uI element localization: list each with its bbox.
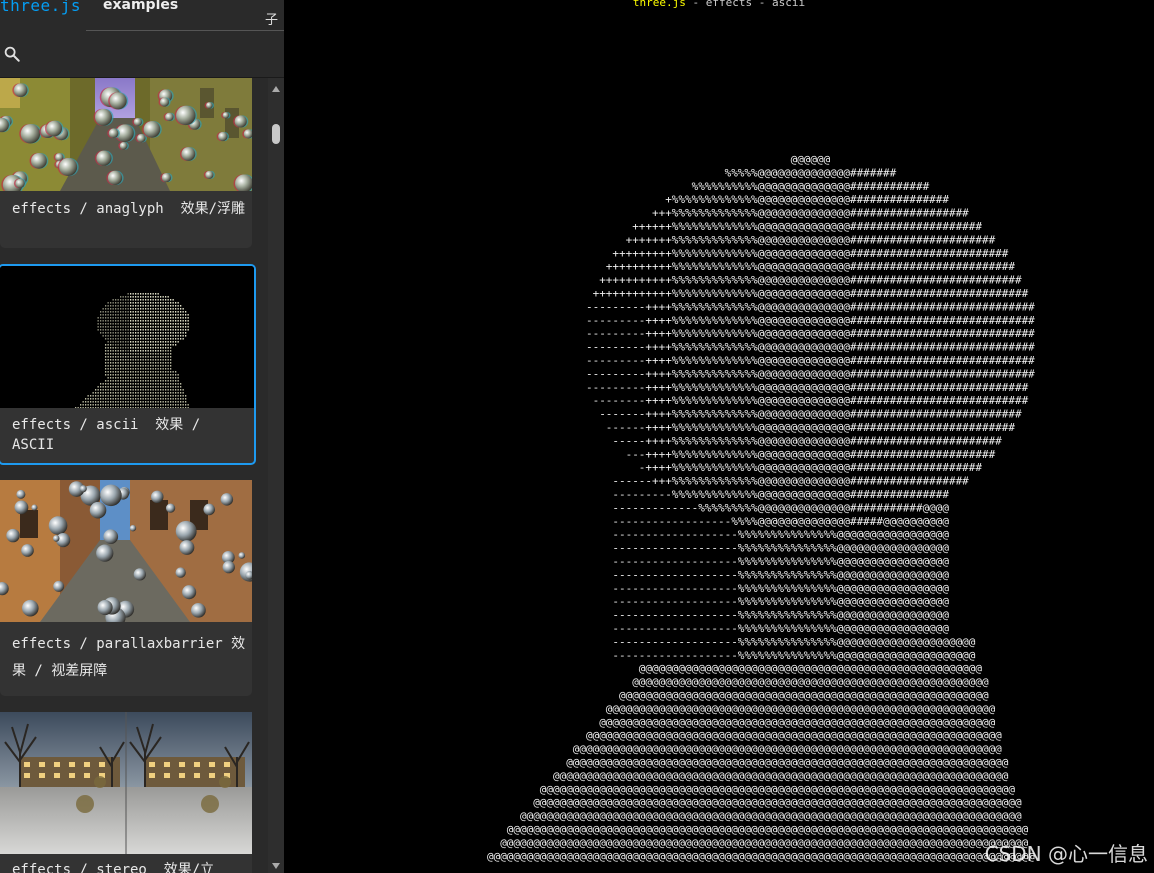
- card-label: effects / ascii 效果 / ASCII: [12, 417, 209, 453]
- svg-text:-++++%%%%%%%%%%%%%@@@@@@@@@@@@: -++++%%%%%%%%%%%%%@@@@@@@@@@@@@@########…: [639, 461, 983, 474]
- svg-text:---------++++%%%%%%%%%%%%%@@@@: ---------++++%%%%%%%%%%%%%@@@@@@@@@@@@@@…: [586, 381, 1029, 394]
- svg-text:@@@@@@@@@@@@@@@@@@@@@@@@@@@@@@: @@@@@@@@@@@@@@@@@@@@@@@@@@@@@@@@@@@@@@@@…: [632, 676, 989, 689]
- svg-text:%%%%%@@@@@@@@@@@@@@#######: %%%%%@@@@@@@@@@@@@@#######: [725, 166, 897, 179]
- thumbnail-stereo: [0, 712, 252, 854]
- svg-text:+++%%%%%%%%%%%%%@@@@@@@@@@@@@@: +++%%%%%%%%%%%%%@@@@@@@@@@@@@@##########…: [652, 207, 969, 220]
- svg-text:---------++++%%%%%%%%%%%%%@@@@: ---------++++%%%%%%%%%%%%%@@@@@@@@@@@@@@…: [586, 327, 1035, 340]
- svg-text:---------++++%%%%%%%%%%%%%@@@@: ---------++++%%%%%%%%%%%%%@@@@@@@@@@@@@@…: [586, 354, 1035, 367]
- svg-text:++++++++++++%%%%%%%%%%%%%@@@@@: ++++++++++++%%%%%%%%%%%%%@@@@@@@@@@@@@@#…: [593, 287, 1029, 300]
- svg-text:++++++++++%%%%%%%%%%%%%@@@@@@@: ++++++++++%%%%%%%%%%%%%@@@@@@@@@@@@@@###…: [606, 260, 1016, 273]
- svg-text:@@@@@@@@@@@@@@@@@@@@@@@@@@@@@@: @@@@@@@@@@@@@@@@@@@@@@@@@@@@@@@@@@@@@@@@…: [540, 783, 1016, 796]
- svg-text:-----++++%%%%%%%%%%%%%@@@@@@@@: -----++++%%%%%%%%%%%%%@@@@@@@@@@@@@@####…: [612, 434, 1002, 447]
- svg-text:-------------------%%%%%%%%%%%: -------------------%%%%%%%%%%%%%%%@@@@@@…: [612, 582, 949, 595]
- svg-text:-------------------%%%%%%%%%%%: -------------------%%%%%%%%%%%%%%%@@@@@@…: [612, 568, 949, 581]
- sidebar: three.js examples 子 effects / anaglyph 效…: [0, 0, 284, 873]
- tab-examples[interactable]: examples 子: [86, 0, 284, 31]
- svg-text:---++++%%%%%%%%%%%%%@@@@@@@@@@: ---++++%%%%%%%%%%%%%@@@@@@@@@@@@@@######…: [626, 448, 996, 461]
- svg-text:%%%%%%%%%%@@@@@@@@@@@@@@######: %%%%%%%%%%@@@@@@@@@@@@@@############: [692, 180, 930, 193]
- svg-text:---------++++%%%%%%%%%%%%%@@@@: ---------++++%%%%%%%%%%%%%@@@@@@@@@@@@@@…: [586, 367, 1035, 380]
- svg-text:-------------------%%%%%%%%%%%: -------------------%%%%%%%%%%%%%%%@@@@@@…: [612, 622, 949, 635]
- search-input[interactable]: [26, 41, 280, 69]
- render-viewport[interactable]: three.js - effects - ascii @@@@@@ %%%%%@@…: [284, 0, 1154, 873]
- svg-text:+++++++%%%%%%%%%%%%%@@@@@@@@@@: +++++++%%%%%%%%%%%%%@@@@@@@@@@@@@@######…: [626, 233, 996, 246]
- language-toggle[interactable]: 子: [265, 9, 278, 28]
- svg-text:@@@@@@@@@@@@@@@@@@@@@@@@@@@@@@: @@@@@@@@@@@@@@@@@@@@@@@@@@@@@@@@@@@@@@@@…: [500, 836, 1028, 849]
- example-card-stereo[interactable]: effects / stereo 效果/立: [0, 712, 252, 873]
- tab-examples-label: examples: [103, 0, 179, 13]
- svg-text:++++++%%%%%%%%%%%%%@@@@@@@@@@@: ++++++%%%%%%%%%%%%%@@@@@@@@@@@@@@#######…: [632, 220, 982, 233]
- card-label: effects / stereo 效果/立: [12, 862, 215, 873]
- search-row: [0, 31, 284, 78]
- scroll-up-icon[interactable]: [272, 86, 280, 92]
- svg-text:@@@@@@@@@@@@@@@@@@@@@@@@@@@@@@: @@@@@@@@@@@@@@@@@@@@@@@@@@@@@@@@@@@@@@@@…: [553, 769, 1009, 782]
- thumbnail-parallaxbarrier: [0, 480, 252, 622]
- svg-text:@@@@@@@@@@@@@@@@@@@@@@@@@@@@@@: @@@@@@@@@@@@@@@@@@@@@@@@@@@@@@@@@@@@@@@@…: [520, 810, 1022, 823]
- svg-text:---------%%%%%%%%%%%%%@@@@@@@@: ---------%%%%%%%%%%%%%@@@@@@@@@@@@@@####…: [612, 488, 949, 501]
- svg-text:@@@@@@@@@@@@@@@@@@@@@@@@@@@@@@: @@@@@@@@@@@@@@@@@@@@@@@@@@@@@@@@@@@@@@@@…: [533, 796, 1022, 809]
- svg-text:-------------------%%%%%%%%%%%: -------------------%%%%%%%%%%%%%%%@@@@@@…: [612, 555, 949, 568]
- example-card-ascii[interactable]: effects / ascii 效果 / ASCII: [0, 264, 256, 465]
- svg-text:+++++++++%%%%%%%%%%%%%@@@@@@@@: +++++++++%%%%%%%%%%%%%@@@@@@@@@@@@@@####…: [612, 247, 1008, 260]
- svg-text:------++++%%%%%%%%%%%%%@@@@@@@: ------++++%%%%%%%%%%%%%@@@@@@@@@@@@@@###…: [606, 421, 1016, 434]
- svg-text:-------------------%%%%%%%%%%%: -------------------%%%%%%%%%%%%%%%@@@@@@…: [612, 595, 949, 608]
- sidebar-header: three.js examples 子: [0, 0, 284, 31]
- scroll-down-icon[interactable]: [272, 863, 280, 869]
- svg-text:@@@@@@@@@@@@@@@@@@@@@@@@@@@@@@: @@@@@@@@@@@@@@@@@@@@@@@@@@@@@@@@@@@@@@@@…: [586, 729, 1002, 742]
- svg-text:@@@@@@@@@@@@@@@@@@@@@@@@@@@@@@: @@@@@@@@@@@@@@@@@@@@@@@@@@@@@@@@@@@@@@@@…: [599, 716, 995, 729]
- svg-text:-------------%%%%%%%%%@@@@@@@@: -------------%%%%%%%%%@@@@@@@@@@@@@@####…: [612, 501, 949, 514]
- svg-text:-------++++%%%%%%%%%%%%%@@@@@@: -------++++%%%%%%%%%%%%%@@@@@@@@@@@@@@##…: [599, 408, 1022, 421]
- svg-text:-------------------%%%%%%%%%%%: -------------------%%%%%%%%%%%%%%%@@@@@@…: [612, 542, 949, 555]
- svg-text:@@@@@@@@@@@@@@@@@@@@@@@@@@@@@@: @@@@@@@@@@@@@@@@@@@@@@@@@@@@@@@@@@@@@@@@…: [639, 662, 983, 675]
- thumbnail-anaglyph: [0, 78, 252, 191]
- svg-text:@@@@@@@@@@@@@@@@@@@@@@@@@@@@@@: @@@@@@@@@@@@@@@@@@@@@@@@@@@@@@@@@@@@@@@@…: [573, 743, 1002, 756]
- svg-text:-------------------%%%%%%%%%%%: -------------------%%%%%%%%%%%%%%%@@@@@@…: [612, 528, 949, 541]
- scroll-thumb[interactable]: [272, 124, 280, 144]
- svg-text:@@@@@@@@@@@@@@@@@@@@@@@@@@@@@@: @@@@@@@@@@@@@@@@@@@@@@@@@@@@@@@@@@@@@@@@…: [487, 850, 1035, 863]
- svg-text:+%%%%%%%%%%%%%@@@@@@@@@@@@@@##: +%%%%%%%%%%%%%@@@@@@@@@@@@@@############…: [665, 193, 949, 206]
- svg-text:+++++++++++%%%%%%%%%%%%%@@@@@@: +++++++++++%%%%%%%%%%%%%@@@@@@@@@@@@@@##…: [599, 274, 1022, 287]
- thumbnail-ascii: [0, 266, 254, 408]
- example-card-anaglyph[interactable]: effects / anaglyph 效果/浮雕: [0, 78, 252, 248]
- svg-text:@@@@@@@@@@@@@@@@@@@@@@@@@@@@@@: @@@@@@@@@@@@@@@@@@@@@@@@@@@@@@@@@@@@@@@@…: [606, 702, 996, 715]
- svg-text:@@@@@@: @@@@@@: [791, 153, 831, 166]
- svg-text:---------++++%%%%%%%%%%%%%@@@@: ---------++++%%%%%%%%%%%%%@@@@@@@@@@@@@@…: [586, 300, 1035, 313]
- svg-text:------------------%%%%@@@@@@@@: ------------------%%%%@@@@@@@@@@@@@@####…: [612, 515, 949, 528]
- svg-text:@@@@@@@@@@@@@@@@@@@@@@@@@@@@@@: @@@@@@@@@@@@@@@@@@@@@@@@@@@@@@@@@@@@@@@@…: [566, 756, 1009, 769]
- svg-text:--------++++%%%%%%%%%%%%%@@@@@: --------++++%%%%%%%%%%%%%@@@@@@@@@@@@@@#…: [593, 394, 1029, 407]
- search-icon: [4, 46, 20, 62]
- svg-text:-------------------%%%%%%%%%%%: -------------------%%%%%%%%%%%%%%%@@@@@@…: [612, 609, 949, 622]
- svg-text:-------------------%%%%%%%%%%%: -------------------%%%%%%%%%%%%%%%@@@@@@…: [612, 635, 975, 648]
- example-card-parallaxbarrier[interactable]: effects / parallaxbarrier 效果 / 视差屏障: [0, 480, 252, 696]
- svg-text:-------------------%%%%%%%%%%%: -------------------%%%%%%%%%%%%%%%@@@@@@…: [612, 649, 975, 662]
- card-label: effects / anaglyph 效果/浮雕: [12, 201, 246, 217]
- svg-text:------+++%%%%%%%%%%%%%@@@@@@@@: ------+++%%%%%%%%%%%%%@@@@@@@@@@@@@@####…: [612, 475, 969, 488]
- brand-link[interactable]: three.js: [0, 0, 81, 15]
- examples-list: effects / anaglyph 效果/浮雕 effects / ascii…: [0, 78, 268, 873]
- svg-text:---------++++%%%%%%%%%%%%%@@@@: ---------++++%%%%%%%%%%%%%@@@@@@@@@@@@@@…: [586, 341, 1035, 354]
- sidebar-scrollbar[interactable]: [268, 78, 284, 873]
- card-label: effects / parallaxbarrier 效果 / 视差屏障: [12, 636, 246, 679]
- svg-text:@@@@@@@@@@@@@@@@@@@@@@@@@@@@@@: @@@@@@@@@@@@@@@@@@@@@@@@@@@@@@@@@@@@@@@@…: [507, 823, 1029, 836]
- svg-text:---------++++%%%%%%%%%%%%%@@@@: ---------++++%%%%%%%%%%%%%@@@@@@@@@@@@@@…: [586, 314, 1035, 327]
- svg-text:@@@@@@@@@@@@@@@@@@@@@@@@@@@@@@: @@@@@@@@@@@@@@@@@@@@@@@@@@@@@@@@@@@@@@@@…: [619, 689, 989, 702]
- ascii-render: @@@@@@%%%%%@@@@@@@@@@@@@@#######%%%%%%%%…: [487, 153, 1035, 863]
- watermark: CSDN @心一信息: [984, 842, 1148, 866]
